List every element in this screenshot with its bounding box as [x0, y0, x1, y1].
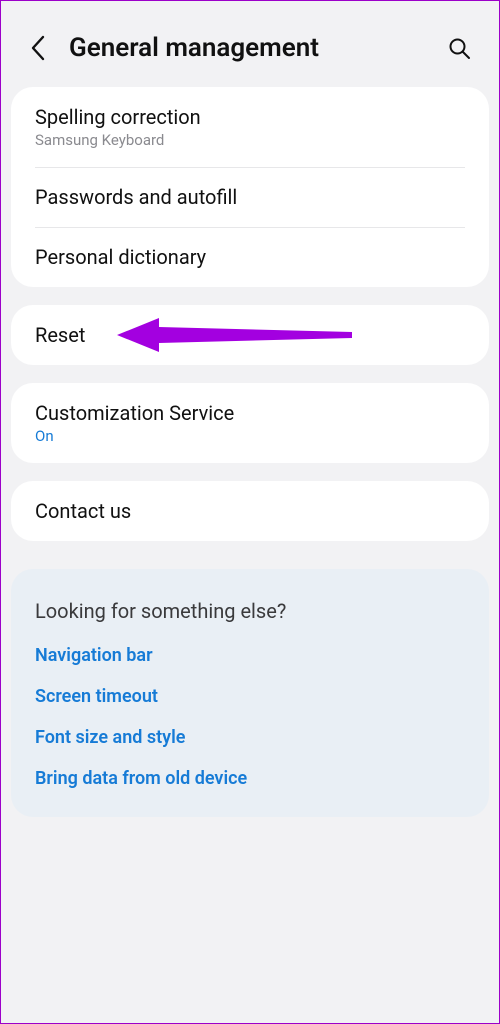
passwords-autofill-row[interactable]: Passwords and autofill: [11, 167, 489, 227]
page-title: General management: [69, 33, 425, 63]
suggestion-link-navigation-bar[interactable]: Navigation bar: [35, 645, 465, 666]
settings-group-3: Customization Service On: [11, 383, 489, 463]
spelling-correction-row[interactable]: Spelling correction Samsung Keyboard: [11, 87, 489, 167]
suggestions-panel: Looking for something else? Navigation b…: [11, 569, 489, 817]
customization-service-row[interactable]: Customization Service On: [11, 383, 489, 463]
suggestion-link-bring-data[interactable]: Bring data from old device: [35, 768, 465, 789]
reset-row[interactable]: Reset: [11, 305, 489, 365]
settings-group-2: Reset: [11, 305, 489, 365]
row-sublabel: Samsung Keyboard: [35, 131, 465, 149]
back-icon[interactable]: [29, 34, 47, 62]
row-label: Passwords and autofill: [35, 185, 465, 209]
row-label: Spelling correction: [35, 105, 465, 129]
settings-screen: General management Spelling correction S…: [1, 1, 499, 837]
search-icon[interactable]: [447, 36, 471, 60]
personal-dictionary-row[interactable]: Personal dictionary: [11, 227, 489, 287]
row-label: Reset: [35, 323, 465, 347]
header-bar: General management: [11, 1, 489, 87]
suggestion-link-screen-timeout[interactable]: Screen timeout: [35, 686, 465, 707]
row-label: Personal dictionary: [35, 245, 465, 269]
settings-group-4: Contact us: [11, 481, 489, 541]
row-label: Contact us: [35, 499, 465, 523]
contact-us-row[interactable]: Contact us: [11, 481, 489, 541]
row-status: On: [35, 427, 465, 445]
suggestions-title: Looking for something else?: [35, 599, 465, 623]
row-label: Customization Service: [35, 401, 465, 425]
settings-group-1: Spelling correction Samsung Keyboard Pas…: [11, 87, 489, 287]
suggestion-link-font-size-style[interactable]: Font size and style: [35, 727, 465, 748]
